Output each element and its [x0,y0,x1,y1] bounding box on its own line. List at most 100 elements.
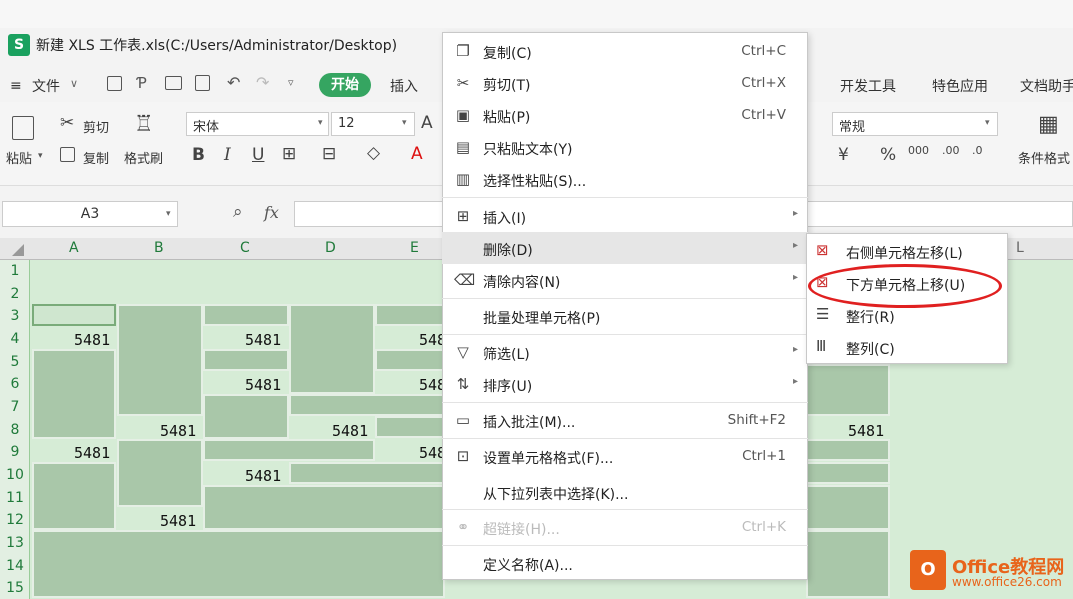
tab-developer[interactable]: 开发工具 [840,76,896,96]
row-header-2[interactable]: 2 [0,286,30,302]
redo-icon[interactable]: ↷ [256,73,269,92]
decrease-decimal-icon[interactable]: .0 [972,144,983,157]
merged-cell[interactable] [806,364,890,416]
row-header-13[interactable]: 13 [0,535,30,551]
menu-item-insert-comment[interactable]: ▭ 插入批注(M)... Shift+F2 [442,404,808,436]
paste-icon[interactable] [12,116,34,140]
merged-cell[interactable] [203,304,289,326]
customize-dropdown-icon[interactable]: ▿ [288,76,294,89]
file-menu[interactable]: 文件 [32,76,60,96]
tab-doc-assistant[interactable]: 文档助手 [1020,76,1073,96]
menu-item-define-name[interactable]: 定义名称(A)... [442,547,808,579]
number-format-select[interactable]: 常规 [832,112,998,136]
menu-item-insert[interactable]: ⊞ 插入(I) ▸ [442,200,808,232]
merged-cell[interactable] [32,462,116,530]
font-color-icon[interactable]: A [411,144,423,164]
row-header-3[interactable]: 3 [0,308,30,324]
tab-insert[interactable]: 插入 [390,76,418,96]
thousands-icon[interactable]: 000 [908,144,929,157]
scissors-icon[interactable]: ✂ [60,113,74,133]
menu-item-delete[interactable]: 删除(D) ▸ [442,232,808,264]
column-header-a[interactable]: A [69,240,79,256]
conditional-format-label[interactable]: 条件格式 [1018,148,1070,167]
row-header-7[interactable]: 7 [0,399,30,415]
row-header-14[interactable]: 14 [0,558,30,574]
menu-item-hyperlink[interactable]: ⚭ 超链接(H)... Ctrl+K [442,511,808,543]
column-header-l[interactable]: L [1016,240,1024,256]
merged-cell[interactable] [375,416,445,438]
hamburger-icon[interactable]: ≡ [10,78,22,94]
merged-cell[interactable] [32,304,116,326]
paste-dropdown-icon[interactable]: ▾ [38,151,43,161]
row-header-9[interactable]: 9 [0,444,30,460]
merged-cell[interactable] [117,439,203,507]
row-header-1[interactable]: 1 [0,263,30,279]
save-icon[interactable] [107,76,122,91]
document-title[interactable]: 新建 XLS 工作表.xls(C:/Users/Administrator/De… [36,35,397,55]
percent-icon[interactable]: % [880,145,896,165]
fx-icon[interactable]: fx [264,203,279,222]
merged-cell[interactable] [806,462,890,484]
menu-item-clear-contents[interactable]: ⌫ 清除内容(N) ▸ [442,264,808,296]
menu-item-paste-special[interactable]: ▥ 选择性粘贴(S)... [442,163,808,195]
menu-item-copy[interactable]: ❐ 复制(C) Ctrl+C [442,35,808,67]
number-format-dropdown-icon[interactable]: ▾ [985,118,990,128]
fill-color-icon[interactable]: ◇ [367,143,380,163]
increase-decimal-icon[interactable]: .00 [942,144,960,157]
chevron-down-icon[interactable]: ∨ [70,77,78,90]
row-header-10[interactable]: 10 [0,467,30,483]
merged-cell[interactable] [203,394,289,439]
zoom-search-icon[interactable]: ⌕ [233,202,243,222]
row-header-4[interactable]: 4 [0,331,30,347]
menu-item-format-cells[interactable]: ⊡ 设置单元格格式(F)... Ctrl+1 [442,440,808,472]
print-icon[interactable] [165,76,182,90]
merged-cell[interactable] [289,462,445,484]
merged-cell[interactable] [203,485,445,530]
copy-icon[interactable] [60,147,75,162]
menu-item-pick-from-list[interactable]: 从下拉列表中选择(K)... [442,476,808,508]
merged-cell[interactable] [289,394,445,416]
submenu-item-entire-column[interactable]: Ⅲ 整列(C) [806,331,1008,363]
row-header-6[interactable]: 6 [0,376,30,392]
menu-item-filter[interactable]: ▽ 筛选(L) ▸ [442,336,808,368]
undo-icon[interactable]: ↶ [227,73,240,92]
menu-item-sort[interactable]: ⇅ 排序(U) ▸ [442,368,808,400]
merged-cell[interactable] [32,530,445,598]
print-preview-icon[interactable] [195,75,210,91]
font-family-select[interactable]: 宋体 [186,112,329,136]
name-box[interactable]: A3 [2,201,178,227]
font-size-dropdown-icon[interactable]: ▾ [402,118,407,128]
export-pdf-icon[interactable]: Ƥ [137,74,147,92]
column-header-c[interactable]: C [240,240,250,256]
merged-cell[interactable] [289,304,375,394]
column-header-d[interactable]: D [325,240,336,256]
menu-item-paste[interactable]: ▣ 粘贴(P) Ctrl+V [442,99,808,131]
row-header-11[interactable]: 11 [0,490,30,506]
submenu-item-shift-cells-left[interactable]: ⊠ 右侧单元格左移(L) [806,235,1008,267]
menu-item-paste-text-only[interactable]: ▤ 只粘贴文本(Y) [442,131,808,163]
tab-special[interactable]: 特色应用 [932,76,988,96]
merged-cell[interactable] [117,304,203,416]
merged-cell[interactable] [806,439,890,461]
merged-cell[interactable] [203,349,289,371]
paste-button-label[interactable]: 粘贴 [6,148,32,167]
italic-icon[interactable]: I [224,145,231,165]
row-header-12[interactable]: 12 [0,512,30,528]
column-header-e[interactable]: E [410,240,419,256]
font-family-dropdown-icon[interactable]: ▾ [318,118,323,128]
column-header-b[interactable]: B [154,240,164,256]
tab-start[interactable]: 开始 [319,73,371,97]
namebox-dropdown-icon[interactable]: ▾ [166,209,171,219]
merged-cell[interactable] [375,349,445,371]
underline-icon[interactable]: U [252,145,264,165]
merged-cell[interactable] [203,439,375,461]
menu-item-batch-process[interactable]: 批量处理单元格(P) [442,300,808,332]
format-painter-icon[interactable]: ♖ [134,112,154,137]
menu-item-cut[interactable]: ✂ 剪切(T) Ctrl+X [442,67,808,99]
merged-cell[interactable] [806,485,890,530]
conditional-format-icon[interactable]: ▦ [1038,112,1059,137]
format-painter-label[interactable]: 格式刷 [124,148,163,167]
row-header-15[interactable]: 15 [0,580,30,596]
bold-icon[interactable]: B [192,145,205,165]
increase-font-icon[interactable]: A [421,113,433,133]
